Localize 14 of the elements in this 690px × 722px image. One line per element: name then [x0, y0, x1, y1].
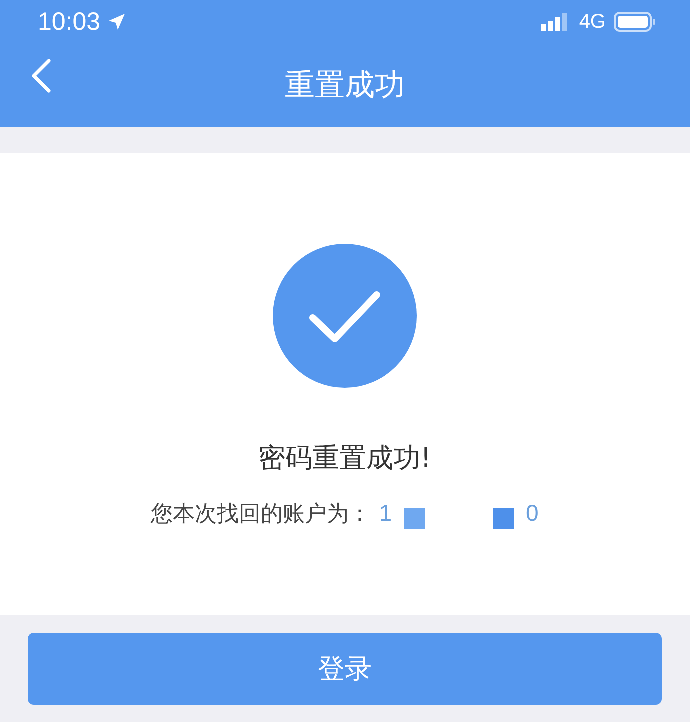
account-label: 您本次找回的账户为：: [151, 500, 372, 528]
login-button[interactable]: 登录: [28, 633, 662, 705]
account-digit: 0: [526, 500, 539, 527]
battery-icon: [614, 12, 656, 32]
back-button[interactable]: [30, 58, 52, 94]
account-digit: 1: [379, 500, 392, 527]
redaction-mark: [493, 508, 514, 529]
checkmark-circle-icon: [273, 244, 417, 388]
location-arrow-icon: [106, 12, 127, 32]
success-message: 密码重置成功!: [258, 442, 432, 476]
redaction-mark: [404, 508, 425, 529]
network-label: 4G: [579, 10, 606, 34]
page-title: 重置成功: [285, 67, 405, 105]
status-time: 10:03: [38, 8, 101, 36]
